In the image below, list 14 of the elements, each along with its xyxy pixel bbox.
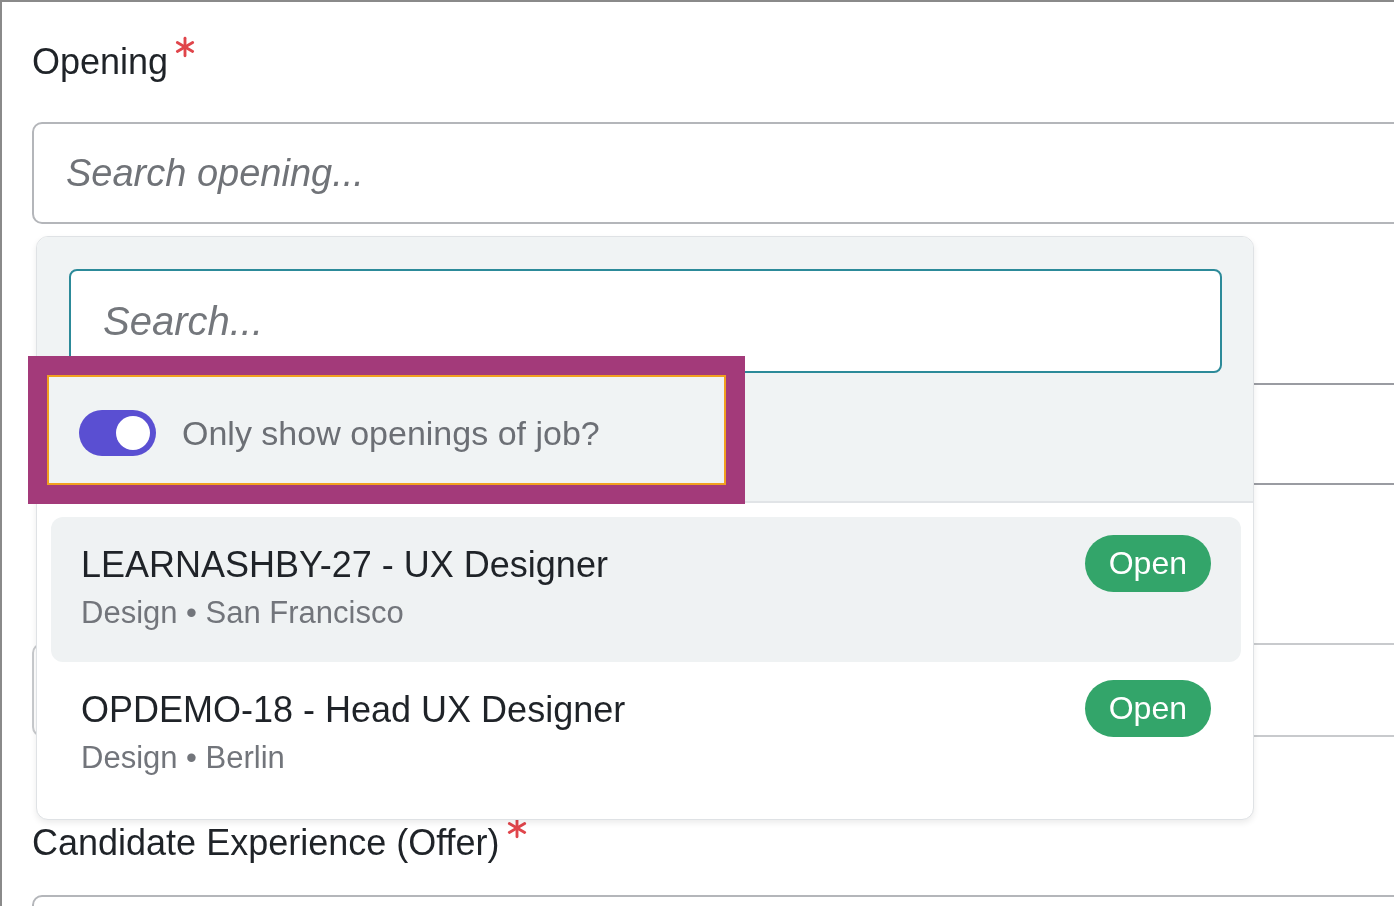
option-meta: Design • San Francisco [81, 595, 405, 631]
option-item[interactable]: LEARNASHBY-27 - UX Designer Design • San Francisco Open [51, 517, 1241, 662]
search-field[interactable]: Search opening... [32, 122, 1394, 224]
option-title: OPDEMO-18 - Head UX Designer [81, 688, 626, 732]
search-field[interactable]: Search... [69, 269, 1222, 373]
field-label: Opening [32, 40, 169, 84]
option-meta: Design • Berlin [81, 740, 286, 776]
toggle-switch[interactable] [79, 410, 156, 456]
status-badge: Open [1084, 680, 1211, 737]
option-item[interactable]: OPDEMO-18 - Head UX Designer Design • Berlin Open [51, 662, 1241, 807]
status-badge: Open [1084, 535, 1211, 592]
toggle-label: Only show openings of job? [182, 413, 600, 453]
field-label: Candidate Experience (Offer) [32, 821, 500, 865]
option-title: LEARNASHBY-27 - UX Designer [81, 543, 608, 587]
